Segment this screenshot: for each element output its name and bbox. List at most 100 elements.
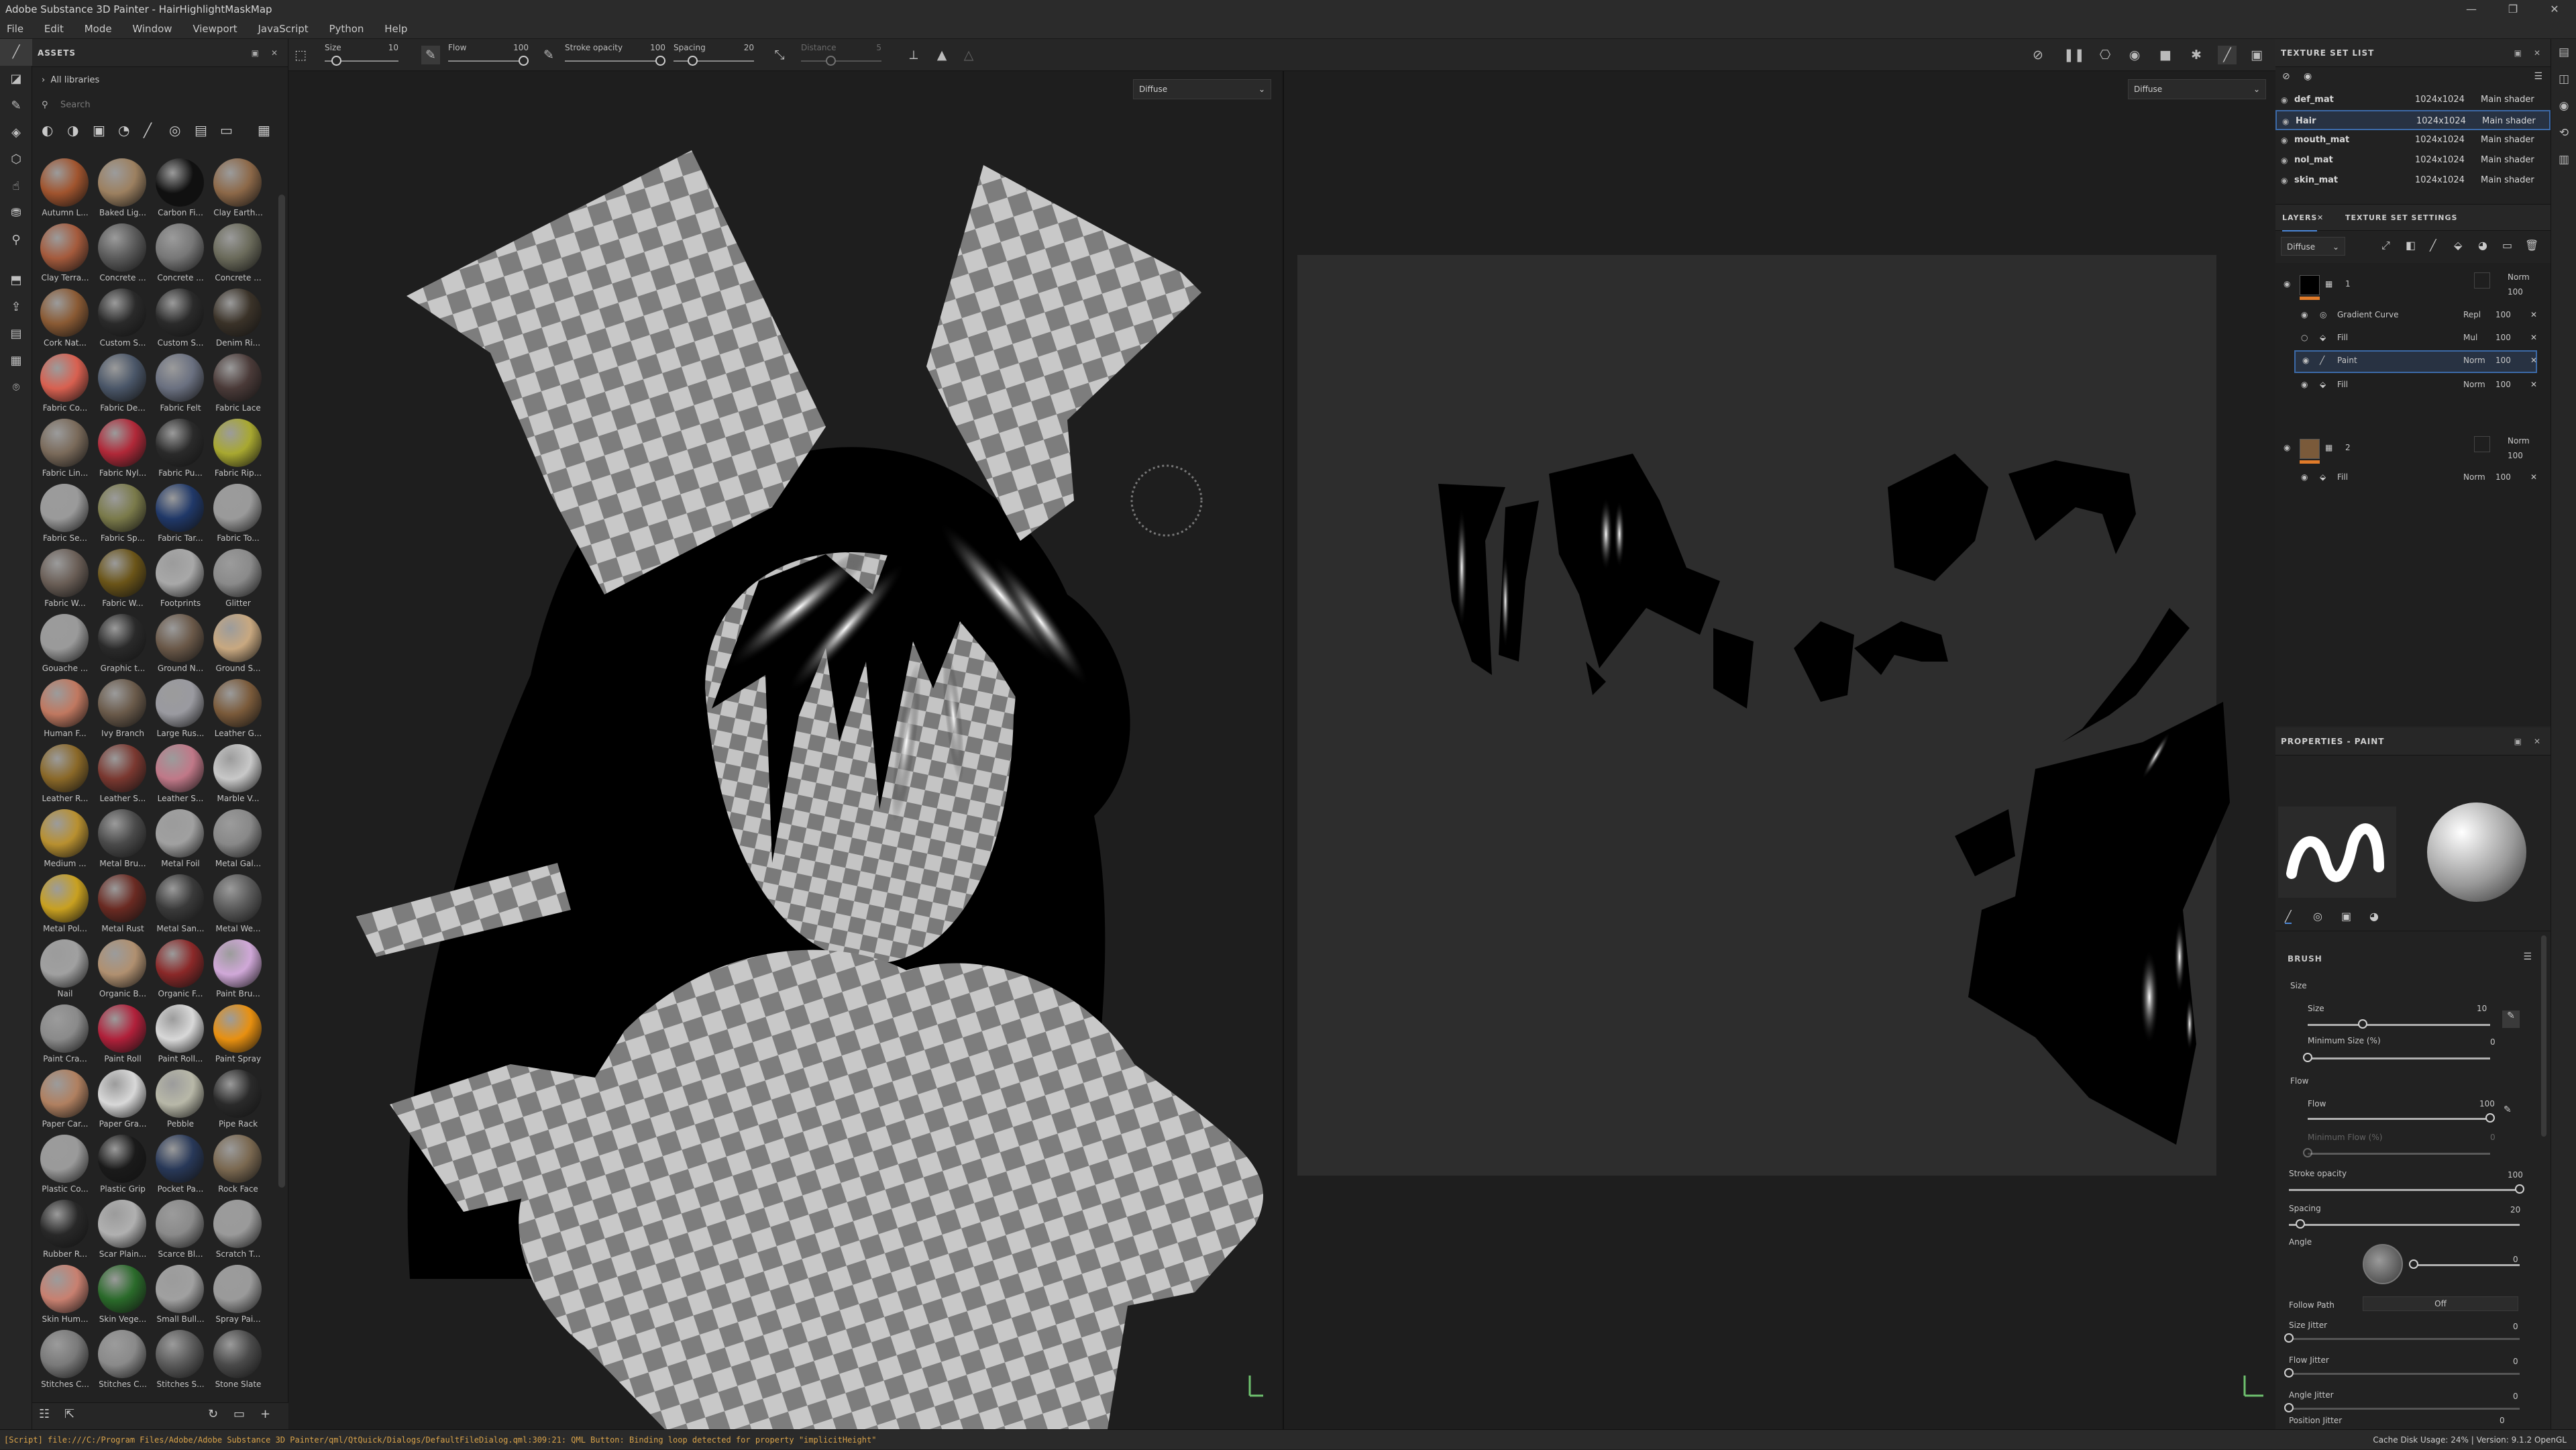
layer-effect-fill-norm[interactable]: ◉ ⬙ Fill Norm 100 ✕ — [2275, 374, 2541, 397]
asset-item[interactable]: Stitches S... — [152, 1330, 209, 1395]
add-fill-layer-icon[interactable]: ⬙ — [2454, 239, 2462, 252]
asset-item[interactable]: Leather S... — [152, 744, 209, 809]
screenshot-icon[interactable]: ▣ — [2247, 46, 2266, 64]
color-picker-icon[interactable]: ⚲ — [0, 227, 32, 254]
angle-slider-knob[interactable] — [2409, 1259, 2418, 1269]
asset-item[interactable]: Organic B... — [94, 939, 152, 1004]
asset-item[interactable]: Plastic Grip — [94, 1135, 152, 1200]
asset-item[interactable]: Gouache ... — [36, 614, 94, 679]
asset-item[interactable]: Fabric Lin... — [36, 419, 94, 484]
asset-item[interactable]: Paper Car... — [36, 1070, 94, 1135]
display-settings-icon[interactable]: ▥ — [2551, 146, 2576, 173]
angle-dial[interactable] — [2363, 1244, 2403, 1284]
menu-icon[interactable]: ☰ — [2534, 71, 2542, 82]
add-paint-layer-icon[interactable]: ╱ — [2430, 239, 2436, 252]
tab-texture-set-settings[interactable]: TEXTURE SET SETTINGS — [2345, 205, 2457, 231]
asset-item[interactable]: Concrete ... — [209, 223, 267, 289]
polygon-fill-icon[interactable]: ⬡ — [0, 146, 32, 173]
paint-mode-icon[interactable]: ╱ — [2218, 46, 2237, 64]
history-icon[interactable]: ⟲ — [2551, 119, 2576, 146]
camera-icon[interactable]: ⌾ — [0, 374, 32, 401]
asset-item[interactable]: Fabric Nyl... — [94, 419, 152, 484]
stencil-tab-icon[interactable]: ▣ — [2341, 910, 2351, 923]
asset-item[interactable]: Pebble — [152, 1070, 209, 1135]
asset-item[interactable]: Fabric To... — [209, 484, 267, 549]
asset-item[interactable]: Marble V... — [209, 744, 267, 809]
display-icon[interactable]: ▦ — [0, 348, 32, 374]
flow-pressure-icon[interactable]: ✎ — [539, 46, 558, 64]
asset-item[interactable]: Clay Earth... — [209, 158, 267, 223]
layer-group-2[interactable]: ◉ ▦ 2 Norm 100 — [2275, 433, 2541, 466]
asset-item[interactable]: Glitter — [209, 549, 267, 614]
filter-alphas-icon[interactable]: ◔ — [118, 122, 129, 138]
asset-item[interactable]: Paint Cra... — [36, 1004, 94, 1070]
eye-icon[interactable]: ◉ — [2301, 310, 2308, 319]
layer-effect-fill-mul[interactable]: ○ ⬙ Fill Mul 100 ✕ — [2275, 327, 2541, 350]
eye-icon[interactable]: ◉ — [2301, 380, 2308, 389]
asset-item[interactable]: Concrete ... — [152, 223, 209, 289]
asset-item[interactable]: Spray Pai... — [209, 1265, 267, 1330]
texture-set-shader[interactable]: Main shader — [2481, 130, 2534, 150]
asset-item[interactable]: Autumn L... — [36, 158, 94, 223]
new-folder-icon[interactable]: ▭ — [233, 1407, 245, 1421]
maximize-button[interactable]: ❐ — [2494, 0, 2532, 19]
pen-pressure-icon[interactable]: ✎ — [2502, 1011, 2520, 1028]
minimize-button[interactable]: — — [2453, 0, 2490, 19]
asset-item[interactable]: Stitches C... — [94, 1330, 152, 1395]
symmetry-icon[interactable]: ⟂ — [904, 46, 923, 64]
asset-item[interactable]: Fabric Tar... — [152, 484, 209, 549]
close-window-button[interactable]: ✕ — [2536, 0, 2573, 19]
eye-icon[interactable]: ◉ — [2281, 90, 2288, 110]
texture-set-shader[interactable]: Main shader — [2481, 170, 2534, 191]
asset-item[interactable]: Skin Vege... — [94, 1265, 152, 1330]
panel-float-icon[interactable]: ▣ — [2514, 727, 2522, 756]
pause-render-icon[interactable]: ❚❚ — [2063, 46, 2085, 64]
export-icon[interactable]: ⇪ — [0, 294, 32, 321]
asset-item[interactable]: Custom S... — [152, 289, 209, 354]
delete-effect-icon[interactable]: ✕ — [2530, 310, 2537, 319]
spacing-slider-knob[interactable] — [2296, 1219, 2306, 1229]
asset-item[interactable]: Metal Pol... — [36, 874, 94, 939]
layer-group-1[interactable]: ◉ ▦ 1 Norm 100 — [2275, 270, 2541, 302]
properties-tab-icon[interactable]: ◉ — [2551, 93, 2576, 119]
eye-icon[interactable]: ◉ — [2281, 150, 2288, 170]
asset-item[interactable]: Stone Slate — [209, 1330, 267, 1395]
menu-icon[interactable]: ☰ — [2523, 951, 2532, 962]
menu-help[interactable]: Help — [384, 23, 407, 35]
add-effect-icon[interactable]: ⤢ — [2381, 239, 2390, 252]
layer-effect-gradient-curve[interactable]: ◉ ◎ Gradient Curve Repl 100 ✕ — [2275, 305, 2541, 327]
texture-set-row[interactable]: ◉ skin_mat 1024x1024 Main shader — [2275, 170, 2551, 191]
eye-icon[interactable]: ◉ — [2281, 130, 2288, 150]
asset-item[interactable]: Organic F... — [152, 939, 209, 1004]
layer-icon[interactable]: ▤ — [0, 321, 32, 348]
add-asset-icon[interactable]: + — [260, 1407, 270, 1421]
stroke-opacity-slider-knob[interactable] — [2515, 1184, 2524, 1194]
texture-set-row[interactable]: ◉ mouth_mat 1024x1024 Main shader — [2275, 130, 2551, 150]
asset-item[interactable]: Fabric De... — [94, 354, 152, 419]
menu-window[interactable]: Window — [132, 23, 172, 35]
texture-set-shader[interactable]: Main shader — [2481, 150, 2534, 170]
asset-item[interactable]: Rubber R... — [36, 1200, 94, 1265]
menu-edit[interactable]: Edit — [44, 23, 64, 35]
viewport-channel-select-3d[interactable]: Diffuse ⌄ — [1133, 79, 1271, 99]
layer-mask-slot[interactable] — [2474, 436, 2490, 452]
asset-item[interactable]: Plastic Co... — [36, 1135, 94, 1200]
asset-item[interactable]: Pipe Rack — [209, 1070, 267, 1135]
layers-channel-select[interactable]: Diffuse ⌄ — [2281, 237, 2345, 256]
list-view-icon[interactable]: ☷ — [39, 1407, 50, 1421]
asset-item[interactable]: Large Rus... — [152, 679, 209, 744]
size-jitter-slider-knob[interactable] — [2284, 1333, 2294, 1343]
camera-off-icon[interactable]: ⊘ — [2029, 46, 2047, 64]
panel-float-icon[interactable]: ▣ — [2514, 39, 2522, 67]
asset-item[interactable]: Fabric W... — [36, 549, 94, 614]
filter-brushes-icon[interactable]: ╱ — [144, 122, 152, 138]
eye-off-icon[interactable]: ○ — [2301, 333, 2308, 342]
brush-tab-icon[interactable]: ╱ — [2285, 910, 2292, 924]
delete-effect-icon[interactable]: ✕ — [2530, 472, 2537, 482]
layers-tab-icon[interactable]: ◫ — [2551, 66, 2576, 93]
filter-environments-icon[interactable]: ▭ — [220, 122, 233, 138]
hide-icon[interactable]: ⊘ — [2282, 71, 2290, 82]
add-smart-material-icon[interactable]: ◕ — [2478, 239, 2487, 252]
filter-materials-icon[interactable]: ◐ — [42, 122, 53, 138]
render-mode-icon[interactable]: ◉ — [2125, 46, 2144, 64]
